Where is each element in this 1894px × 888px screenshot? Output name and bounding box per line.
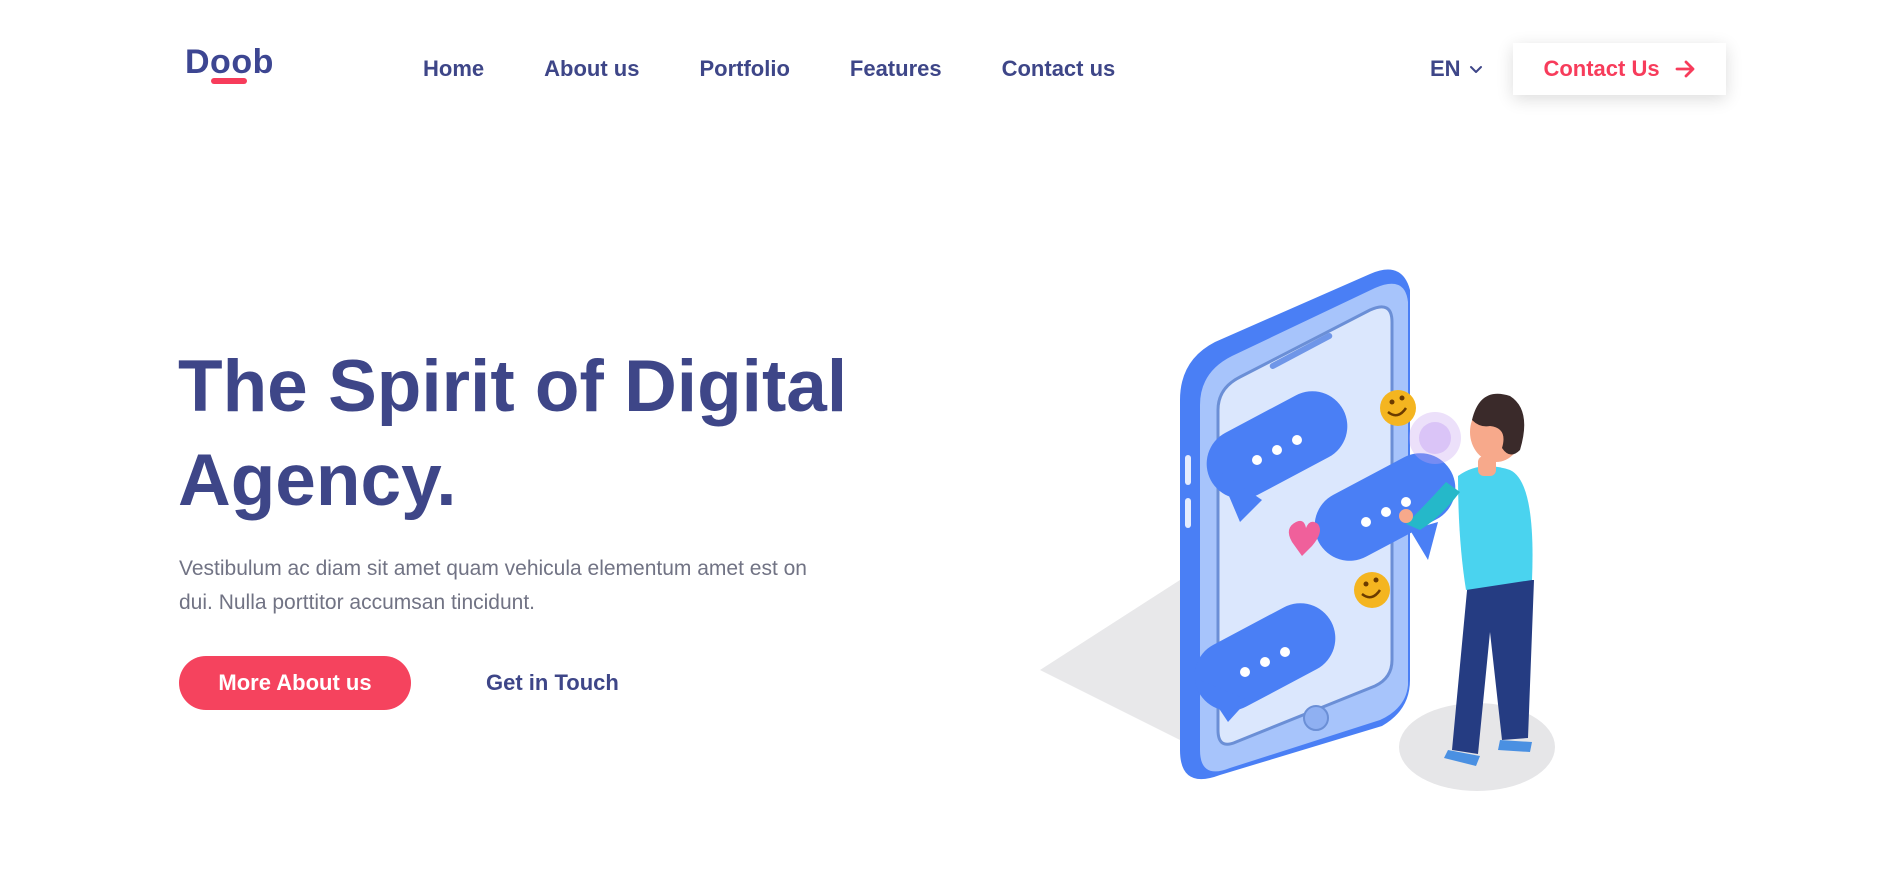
chevron-down-icon [1469, 66, 1482, 73]
hero-title: The Spirit of Digital Agency. [178, 340, 998, 528]
more-about-us-button[interactable]: More About us [179, 656, 411, 710]
emoji-icon-top [1380, 390, 1416, 426]
main-nav: Home About us Portfolio Features Contact… [423, 54, 1175, 84]
emoji-icon-bottom [1354, 572, 1390, 608]
language-selector[interactable]: EN [1430, 54, 1483, 84]
logo-underline [211, 78, 247, 84]
nav-item-contact-us[interactable]: Contact us [1002, 54, 1116, 84]
header-contact-button[interactable]: Contact Us [1513, 43, 1726, 95]
site-header: Doob Home About us Portfolio Features Co… [0, 0, 1894, 140]
hero-description-line-2: dui. Nulla porttitor accumsan tincidunt. [179, 591, 536, 614]
get-in-touch-link[interactable]: Get in Touch [486, 669, 619, 697]
header-contact-label: Contact Us [1543, 56, 1660, 81]
hero-illustration [1040, 269, 1555, 791]
touch-ripple [1409, 412, 1461, 464]
nav-item-home[interactable]: Home [423, 54, 484, 84]
language-label: EN [1430, 56, 1461, 81]
logo-text: Doob [185, 43, 274, 81]
nav-item-features[interactable]: Features [850, 54, 942, 84]
hero-description-line-1: Vestibulum ac diam sit amet quam vehicul… [179, 557, 807, 580]
page: Doob Home About us Portfolio Features Co… [0, 0, 1894, 888]
hero-description: Vestibulum ac diam sit amet quam vehicul… [179, 552, 939, 620]
nav-item-portfolio[interactable]: Portfolio [699, 54, 789, 84]
hero-title-line-1: The Spirit of Digital [178, 346, 848, 427]
logo[interactable]: Doob [185, 44, 275, 90]
hero-title-line-2: Agency. [178, 440, 457, 521]
nav-item-about-us[interactable]: About us [544, 54, 639, 84]
arrow-right-icon [1675, 60, 1694, 78]
